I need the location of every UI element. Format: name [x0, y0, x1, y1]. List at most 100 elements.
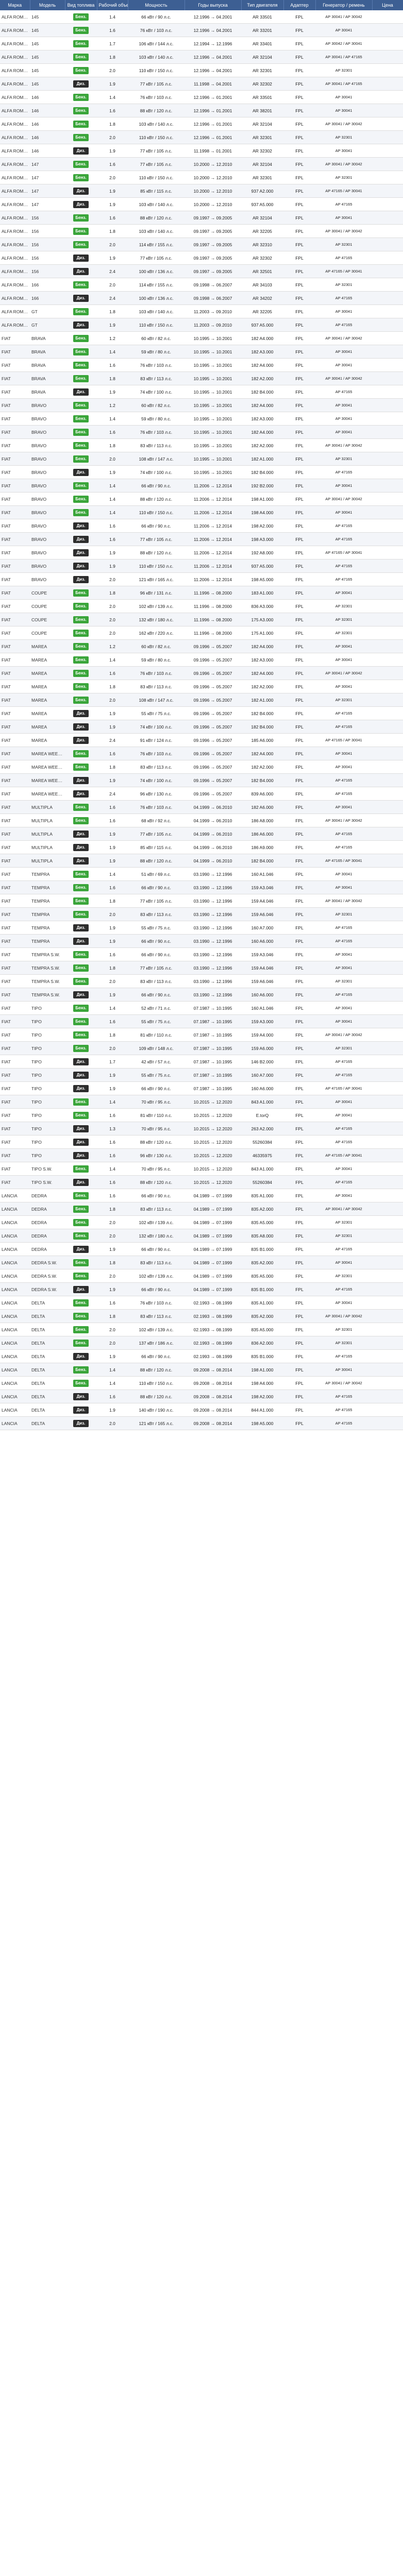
table-row[interactable]: ALFA ROMEO 146 Бенз. 2.0 110 кВт / 150 л.с. 1…: [0, 130, 403, 144]
table-row[interactable]: FIAT TIPO Бенз. 1.4 52 кВт / 71 л.с. 07.1987 …: [0, 1001, 403, 1015]
table-row[interactable]: LANCIA DEDRA Бенз. 2.0 102 кВт / 139 л.с. 04.…: [0, 1215, 403, 1229]
header-adapter[interactable]: Адаптер: [283, 0, 316, 10]
header-power[interactable]: Мощность: [128, 0, 185, 10]
table-row[interactable]: FIAT TIPO Бенз. 1.4 70 кВт / 95 л.с. 10.2015 …: [0, 1095, 403, 1109]
table-row[interactable]: FIAT BRAVO Бенз. 2.0 108 кВт / 147 л.с. 10.19…: [0, 452, 403, 466]
table-row[interactable]: FIAT BRAVA Бенз. 1.6 76 кВт / 103 л.с. 10.199…: [0, 358, 403, 372]
table-row[interactable]: FIAT TEMPRA Бенз. 1.6 66 кВт / 90 л.с. 03.199…: [0, 880, 403, 894]
table-row[interactable]: FIAT TIPO Диз. 1.7 42 кВт / 57 л.с. 07.1987 →…: [0, 1055, 403, 1069]
table-row[interactable]: FIAT TEMPRA Бенз. 1.4 51 кВт / 69 л.с. 03.199…: [0, 867, 403, 881]
table-row[interactable]: FIAT TIPO Бенз. 1.6 55 кВт / 75 л.с. 07.1987 …: [0, 1014, 403, 1028]
table-row[interactable]: ALFA ROMEO 166 Бенз. 2.0 114 кВт / 155 л.с. 0…: [0, 278, 403, 292]
table-row[interactable]: FIAT TIPO Бенз. 1.8 81 кВт / 110 л.с. 07.1987…: [0, 1028, 403, 1042]
table-row[interactable]: FIAT MULTIPLA Диз. 1.9 85 кВт / 115 л.с. 04.1…: [0, 840, 403, 854]
table-row[interactable]: FIAT MAREA Бенз. 1.4 59 кВт / 80 л.с. 09.1996…: [0, 653, 403, 667]
table-row[interactable]: FIAT MULTIPLA Бенз. 1.6 68 кВт / 92 л.с. 04.1…: [0, 814, 403, 827]
table-row[interactable]: FIAT BRAVO Диз. 1.6 77 кВт / 105 л.с. 11.2006…: [0, 532, 403, 546]
table-row[interactable]: FIAT BRAVO Бенз. 1.4 66 кВт / 90 л.с. 11.2006…: [0, 479, 403, 493]
table-row[interactable]: FIAT TEMPRA Диз. 1.9 66 кВт / 90 л.с. 03.1990…: [0, 934, 403, 948]
table-row[interactable]: FIAT TIPO Диз. 1.9 66 кВт / 90 л.с. 07.1987 →…: [0, 1081, 403, 1095]
table-row[interactable]: ALFA ROMEO 145 Бенз. 1.7 106 кВт / 144 л.с. 1…: [0, 37, 403, 50]
table-row[interactable]: FIAT BRAVA Бенз. 1.8 83 кВт / 113 л.с. 10.199…: [0, 371, 403, 385]
table-row[interactable]: LANCIA DELTA Бенз. 1.4 88 кВт / 120 л.с. 09.2…: [0, 1363, 403, 1377]
table-row[interactable]: FIATMAREA WEEKEND Диз. 1.974 кВт / 100 л.с…: [0, 773, 403, 787]
table-row[interactable]: FIAT MAREA Диз. 1.9 55 кВт / 75 л.с. 09.1996 …: [0, 706, 403, 720]
table-row[interactable]: FIAT BRAVO Бенз. 1.4 59 кВт / 80 л.с. 10.1995…: [0, 412, 403, 426]
table-row[interactable]: FIAT BRAVO Бенз. 1.8 83 кВт / 113 л.с. 10.199…: [0, 438, 403, 452]
table-row[interactable]: FIAT MULTIPLA Диз. 1.9 77 кВт / 105 л.с. 04.1…: [0, 827, 403, 841]
table-row[interactable]: LANCIA DELTA Диз. 1.9 66 кВт / 90 л.с. 02.199…: [0, 1349, 403, 1363]
table-row[interactable]: FIAT TIPO Диз. 1.6 96 кВт / 130 л.с. 10.2015 …: [0, 1148, 403, 1162]
table-row[interactable]: ALFA ROMEO GT Бенз. 1.8 103 кВт / 140 л.с. 11…: [0, 304, 403, 318]
table-row[interactable]: ALFA ROMEO 156 Бенз. 2.0 114 кВт / 155 л.с. 0…: [0, 238, 403, 251]
table-row[interactable]: ALFA ROMEO 156 Бенз. 1.8 103 кВт / 140 л.с. 0…: [0, 224, 403, 238]
header-volume[interactable]: Рабочий объем: [97, 0, 128, 10]
table-row[interactable]: FIAT BRAVO Бенз. 1.6 76 кВт / 103 л.с. 10.199…: [0, 425, 403, 439]
table-row[interactable]: FIAT BRAVA Диз. 1.9 74 кВт / 100 л.с. 10.1995…: [0, 385, 403, 399]
table-row[interactable]: FIAT BRAVO Бенз. 1.2 60 кВт / 82 л.с. 10.1995…: [0, 398, 403, 412]
table-row[interactable]: FIAT MAREA Бенз. 1.6 76 кВт / 103 л.с. 09.199…: [0, 666, 403, 680]
table-row[interactable]: FIAT TIPO Диз. 1.6 88 кВт / 120 л.с. 10.2015 …: [0, 1135, 403, 1149]
table-row[interactable]: ALFA ROMEO 145 Бенз. 1.4 66 кВт / 90 л.с. 12.…: [0, 10, 403, 24]
table-row[interactable]: FIAT MAREA Диз. 1.9 74 кВт / 100 л.с. 09.1996…: [0, 720, 403, 734]
table-row[interactable]: FIAT TEMPRA S.W. Диз. 1.9 66 кВт / 90 л.с. 03…: [0, 988, 403, 1002]
table-row[interactable]: ALFA ROMEO 145 Бенз. 1.6 76 кВт / 103 л.с. 12…: [0, 23, 403, 37]
table-row[interactable]: FIAT BRAVO Бенз. 1.4 110 кВт / 150 л.с. 11.20…: [0, 505, 403, 519]
table-row[interactable]: FIAT MULTIPLA Бенз. 1.6 76 кВт / 103 л.с. 04.…: [0, 800, 403, 814]
table-row[interactable]: LANCIA DEDRA Бенз. 1.6 66 кВт / 90 л.с. 04.19…: [0, 1189, 403, 1202]
table-row[interactable]: FIAT COUPE Бенз. 2.0 162 кВт / 220 л.с. 11.19…: [0, 626, 403, 640]
table-row[interactable]: LANCIA DELTA Бенз. 2.0 102 кВт / 139 л.с. 02.…: [0, 1323, 403, 1336]
header-engine[interactable]: Тип двигателя: [241, 0, 284, 10]
table-row[interactable]: FIAT MAREA Бенз. 2.0 108 кВт / 147 л.с. 09.19…: [0, 693, 403, 707]
table-row[interactable]: FIAT TIPO Диз. 1.3 70 кВт / 95 л.с. 10.2015 →…: [0, 1122, 403, 1136]
table-row[interactable]: FIAT TEMPRA S.W. Бенз. 2.0 83 кВт / 113 л.с.…: [0, 974, 403, 988]
header-alternator[interactable]: Генератор / ремень: [315, 0, 373, 10]
table-row[interactable]: FIAT BRAVO Диз. 2.0 121 кВт / 165 л.с. 11.200…: [0, 572, 403, 586]
table-row[interactable]: FIAT BRAVA Бенз. 1.4 59 кВт / 80 л.с. 10.1995…: [0, 345, 403, 359]
table-row[interactable]: LANCIA DEDRA Бенз. 2.0 132 кВт / 180 л.с. 04.…: [0, 1229, 403, 1243]
table-row[interactable]: LANCIA DEDRA S.W. Бенз. 2.0 102 кВт / 139 л.…: [0, 1269, 403, 1283]
table-row[interactable]: ALFA ROMEO 147 Диз. 1.9 103 кВт / 140 л.с. 10…: [0, 197, 403, 211]
header-price[interactable]: Цена: [372, 0, 403, 10]
table-row[interactable]: ALFA ROMEO 156 Бенз. 1.6 88 кВт / 120 л.с. 09…: [0, 211, 403, 225]
table-row[interactable]: LANCIA DEDRA S.W. Диз. 1.9 66 кВт / 90 л.с. 0…: [0, 1282, 403, 1296]
table-row[interactable]: FIAT BRAVO Диз. 1.6 66 кВт / 90 л.с. 11.2006 …: [0, 519, 403, 533]
table-row[interactable]: LANCIA DEDRA Бенз. 1.8 83 кВт / 113 л.с. 04.1…: [0, 1202, 403, 1216]
table-row[interactable]: FIAT MULTIPLA Диз. 1.9 88 кВт / 120 л.с. 04.1…: [0, 854, 403, 868]
table-row[interactable]: ALFA ROMEO 166 Диз. 2.4 100 кВт / 136 л.с. 09…: [0, 291, 403, 305]
table-row[interactable]: FIAT COUPE Бенз. 1.8 96 кВт / 131 л.с. 11.199…: [0, 586, 403, 600]
table-row[interactable]: ALFA ROMEO 147 Бенз. 1.6 77 кВт / 105 л.с. 10…: [0, 157, 403, 171]
table-row[interactable]: FIAT MAREA Диз. 2.4 91 кВт / 124 л.с. 09.1996…: [0, 733, 403, 747]
table-row[interactable]: FIAT TIPO S.W. Бенз. 1.4 70 кВт / 95 л.с. 10.…: [0, 1162, 403, 1176]
table-row[interactable]: FIAT TEMPRA S.W. Бенз. 1.8 77 кВт / 105 л.с.…: [0, 961, 403, 975]
table-row[interactable]: FIAT COUPE Бенз. 2.0 132 кВт / 180 л.с. 11.19…: [0, 613, 403, 626]
header-brand[interactable]: Марка: [0, 0, 30, 10]
table-row[interactable]: LANCIA DELTA Диз. 1.9 140 кВт / 190 л.с. 09.2…: [0, 1403, 403, 1417]
table-row[interactable]: FIAT COUPE Бенз. 2.0 102 кВт / 139 л.с. 11.19…: [0, 599, 403, 613]
header-years[interactable]: Годы выпуска: [184, 0, 242, 10]
table-row[interactable]: FIATMAREA WEEKEND Бенз. 1.883 кВт / 113 л.…: [0, 760, 403, 774]
table-row[interactable]: FIAT BRAVO Диз. 1.9 88 кВт / 120 л.с. 11.2006…: [0, 546, 403, 560]
table-row[interactable]: ALFA ROMEO 147 Бенз. 2.0 110 кВт / 150 л.с. 1…: [0, 171, 403, 184]
table-row[interactable]: LANCIA DELTA Бенз. 1.6 76 кВт / 103 л.с. 02.1…: [0, 1296, 403, 1310]
table-row[interactable]: LANCIA DELTA Бенз. 1.4 110 кВт / 150 л.с. 09.…: [0, 1376, 403, 1390]
table-row[interactable]: ALFA ROMEO 147 Диз. 1.9 85 кВт / 115 л.с. 10.…: [0, 184, 403, 198]
table-row[interactable]: FIAT BRAVO Бенз. 1.4 88 кВт / 120 л.с. 11.200…: [0, 492, 403, 506]
table-row[interactable]: FIAT TEMPRA S.W. Бенз. 1.6 66 кВт / 90 л.с. 0…: [0, 947, 403, 961]
table-row[interactable]: LANCIA DEDRA Диз. 1.9 66 кВт / 90 л.с. 04.198…: [0, 1242, 403, 1256]
header-model[interactable]: Модель: [30, 0, 65, 10]
table-row[interactable]: LANCIA DELTA Диз. 2.0 121 кВт / 165 л.с. 09.2…: [0, 1416, 403, 1430]
table-row[interactable]: ALFA ROMEO 145 Бенз. 1.8 103 кВт / 140 л.с. 1…: [0, 50, 403, 64]
table-row[interactable]: FIAT TEMPRA Диз. 1.9 55 кВт / 75 л.с. 03.1990…: [0, 921, 403, 935]
table-row[interactable]: ALFA ROMEO 146 Диз. 1.9 77 кВт / 105 л.с. 11.…: [0, 144, 403, 158]
table-row[interactable]: ALFA ROMEO 145 Бенз. 2.0 110 кВт / 150 л.с. 1…: [0, 63, 403, 77]
table-row[interactable]: FIATMAREA WEEKEND Диз. 2.496 кВт / 130 л.с…: [0, 787, 403, 801]
header-fuel[interactable]: Вид топлива: [65, 0, 97, 10]
table-row[interactable]: ALFA ROMEO 156 Диз. 2.4 100 кВт / 136 л.с. 09…: [0, 264, 403, 278]
table-row[interactable]: FIATMAREA WEEKEND Бенз. 1.676 кВт / 103 л.…: [0, 747, 403, 760]
table-row[interactable]: ALFA ROMEO 145 Диз. 1.9 77 кВт / 105 л.с. 11.…: [0, 77, 403, 91]
table-row[interactable]: FIAT TEMPRA Бенз. 1.8 77 кВт / 105 л.с. 03.19…: [0, 894, 403, 908]
table-row[interactable]: LANCIA DELTA Бенз. 1.8 83 кВт / 113 л.с. 02.1…: [0, 1309, 403, 1323]
table-row[interactable]: ALFA ROMEO GT Диз. 1.9 110 кВт / 150 л.с. 11.…: [0, 318, 403, 332]
table-row[interactable]: LANCIA DELTA Диз. 1.6 88 кВт / 120 л.с. 09.20…: [0, 1389, 403, 1403]
